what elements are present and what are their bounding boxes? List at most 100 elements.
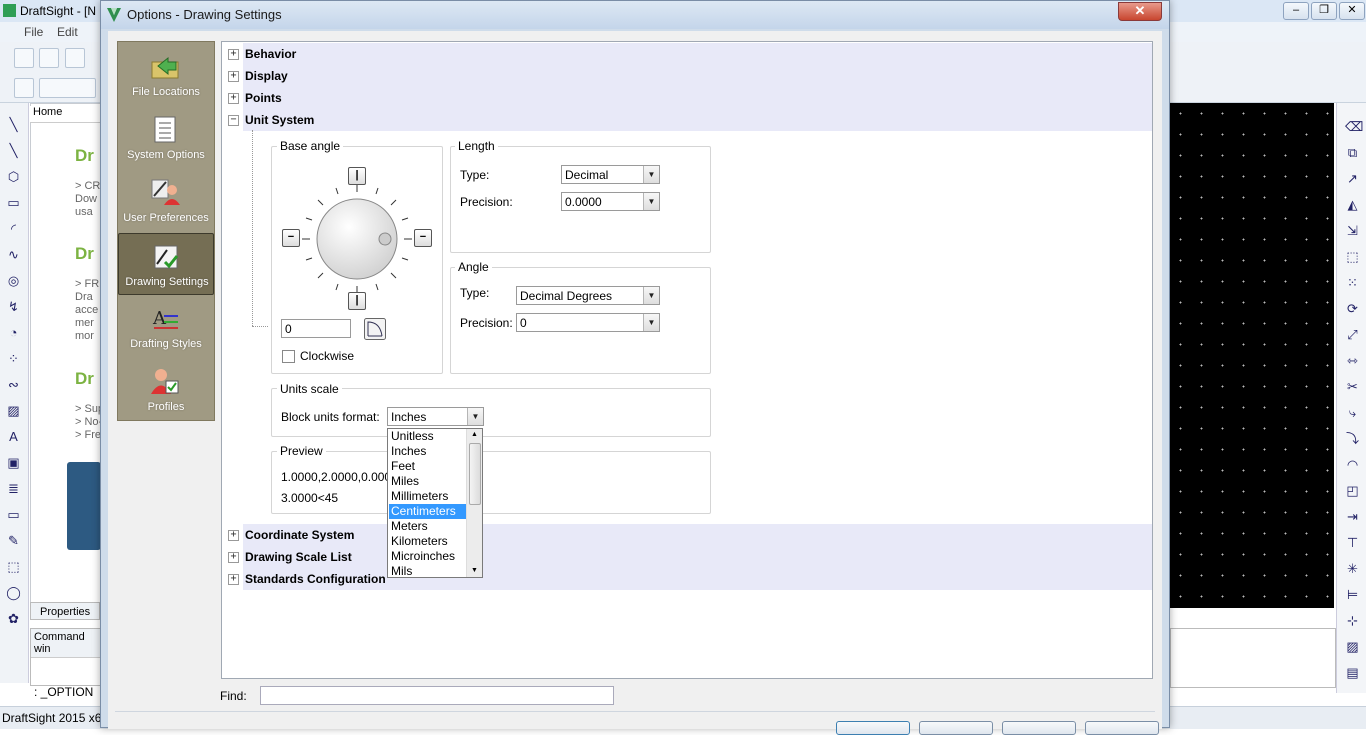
note-edit-icon[interactable]: ▤	[1345, 665, 1360, 680]
section-display[interactable]: Display	[243, 65, 1152, 87]
align-icon[interactable]: ⊨	[1345, 587, 1360, 602]
length-type-select[interactable]: Decimal ▼	[561, 165, 660, 184]
save-icon[interactable]	[65, 48, 85, 68]
snap-icon[interactable]: ⊹	[1345, 613, 1360, 628]
angle-180-button[interactable]: −	[282, 229, 300, 247]
nav-file-locations[interactable]: File Locations	[118, 44, 214, 106]
tab-properties[interactable]: Properties	[30, 602, 100, 620]
polygon-icon[interactable]: ⬡	[6, 169, 21, 184]
menu-file[interactable]: File	[24, 25, 43, 39]
help-button[interactable]	[1085, 721, 1159, 735]
break-icon[interactable]: ⤵	[1345, 431, 1360, 446]
drawing-canvas[interactable]	[1170, 103, 1334, 608]
dropdown-option[interactable]: Meters	[389, 519, 468, 534]
dropdown-option[interactable]: Inches	[389, 444, 468, 459]
trim-icon[interactable]: ✂	[1345, 379, 1360, 394]
close-button[interactable]: ✕	[1118, 2, 1162, 21]
move-icon[interactable]: ↗	[1345, 171, 1360, 186]
copy-icon[interactable]: ⧉	[1345, 145, 1360, 160]
tab-home[interactable]: Home	[30, 106, 101, 123]
block-units-dropdown[interactable]: Unitless Inches Feet Miles Millimeters C…	[387, 428, 483, 578]
cancel-button[interactable]	[919, 721, 993, 735]
nav-user-preferences[interactable]: User Preferences	[118, 170, 214, 232]
new-file-icon[interactable]	[14, 48, 34, 68]
nav-profiles[interactable]: Profiles	[118, 359, 214, 421]
angle-90-button[interactable]: |	[348, 167, 366, 185]
find-input[interactable]	[260, 686, 614, 705]
section-behavior[interactable]: Behavior	[243, 43, 1152, 65]
dropdown-option[interactable]: Millimeters	[389, 489, 468, 504]
angle-270-button[interactable]: |	[348, 292, 366, 310]
array-icon[interactable]: ⬚	[1345, 249, 1360, 264]
explode-icon[interactable]: ✳	[1345, 561, 1360, 576]
menu-edit[interactable]: Edit	[57, 25, 78, 39]
scroll-up-icon[interactable]: ▲	[467, 429, 482, 441]
erase-icon[interactable]: ⌫	[1345, 119, 1363, 134]
section-unit-system[interactable]: Unit System	[243, 109, 1152, 131]
chamfer-icon[interactable]: ◰	[1345, 483, 1360, 498]
scroll-thumb[interactable]	[469, 443, 481, 505]
layer-toggle-icon[interactable]	[39, 78, 96, 98]
expand-icon[interactable]: +	[228, 574, 239, 585]
nav-drafting-styles[interactable]: A Drafting Styles	[118, 296, 214, 358]
open-folder-icon[interactable]	[39, 48, 59, 68]
layer-icon[interactable]	[14, 78, 34, 98]
section-points[interactable]: Points	[243, 87, 1152, 109]
scroll-down-icon[interactable]: ▼	[467, 565, 482, 577]
line-icon[interactable]: ╲	[6, 117, 21, 132]
offset-icon[interactable]: ⇲	[1345, 223, 1360, 238]
dropdown-option[interactable]: Feet	[389, 459, 468, 474]
extend-icon[interactable]: ⤷	[1345, 405, 1360, 420]
nav-system-options[interactable]: System Options	[118, 107, 214, 169]
stretch-icon[interactable]: ⇿	[1345, 353, 1360, 368]
pick-angle-icon[interactable]	[364, 318, 386, 340]
rotate-icon[interactable]: ⟳	[1345, 301, 1360, 316]
ellipse-arc-icon[interactable]: ◔	[6, 325, 21, 340]
scale-icon[interactable]: ⤢	[1345, 327, 1360, 342]
length-precision-select[interactable]: 0.0000 ▼	[561, 192, 660, 211]
base-angle-input[interactable]: 0	[281, 319, 351, 338]
region-icon[interactable]: ⬚	[6, 559, 21, 574]
collapse-icon[interactable]: −	[228, 115, 239, 126]
freehand-icon[interactable]: ∾	[6, 377, 21, 392]
angle-dial-icon[interactable]	[292, 174, 422, 304]
circle-icon[interactable]: ◎	[6, 273, 21, 288]
expand-icon[interactable]: +	[228, 552, 239, 563]
ellipse-icon[interactable]: ◯	[6, 585, 21, 600]
dropdown-scrollbar[interactable]: ▲ ▼	[466, 429, 482, 577]
ok-button[interactable]	[836, 721, 910, 735]
angle-precision-select[interactable]: 0 ▼	[516, 313, 660, 332]
nav-drawing-settings[interactable]: Drawing Settings	[118, 233, 214, 295]
angle-0-button[interactable]: −	[414, 229, 432, 247]
clockwise-checkbox[interactable]	[282, 350, 295, 363]
block-units-select[interactable]: Inches ▼	[387, 407, 484, 426]
section-coordinate-system[interactable]: Coordinate System	[243, 524, 1152, 546]
dropdown-option[interactable]: Kilometers	[389, 534, 468, 549]
mirror-icon[interactable]: ◭	[1345, 197, 1360, 212]
point-icon[interactable]: ⁘	[6, 351, 21, 366]
field-icon[interactable]: ▭	[6, 507, 21, 522]
block-icon[interactable]: ▣	[6, 455, 21, 470]
polyline-icon[interactable]: ╲	[6, 143, 21, 158]
join-icon[interactable]: ⇥	[1345, 509, 1360, 524]
dropdown-option-highlighted[interactable]: Centimeters	[389, 504, 468, 519]
dropdown-option[interactable]: Microinches	[389, 549, 468, 564]
pattern-icon[interactable]: ⁙	[1345, 275, 1360, 290]
expand-icon[interactable]: +	[228, 49, 239, 60]
cloud-icon[interactable]: ✿	[6, 611, 21, 626]
dropdown-option[interactable]: Mils	[389, 564, 468, 579]
angle-type-select[interactable]: Decimal Degrees ▼	[516, 286, 660, 305]
section-standards-configuration[interactable]: Standards Configuration	[243, 568, 1152, 590]
spline-icon[interactable]: ↯	[6, 299, 21, 314]
expand-icon[interactable]: +	[228, 530, 239, 541]
command-line[interactable]: : _OPTION	[34, 685, 93, 699]
close-icon[interactable]: ✕	[1339, 2, 1365, 20]
arc-icon[interactable]: ◜	[6, 221, 21, 236]
dropdown-option[interactable]: Miles	[389, 474, 468, 489]
rectangle-icon[interactable]: ▭	[6, 195, 21, 210]
fillet-icon[interactable]: ◠	[1345, 457, 1360, 472]
expand-icon[interactable]: +	[228, 93, 239, 104]
section-drawing-scale-list[interactable]: Drawing Scale List	[243, 546, 1152, 568]
note-icon[interactable]: ≣	[6, 481, 21, 496]
pencil-icon[interactable]: ✎	[6, 533, 21, 548]
